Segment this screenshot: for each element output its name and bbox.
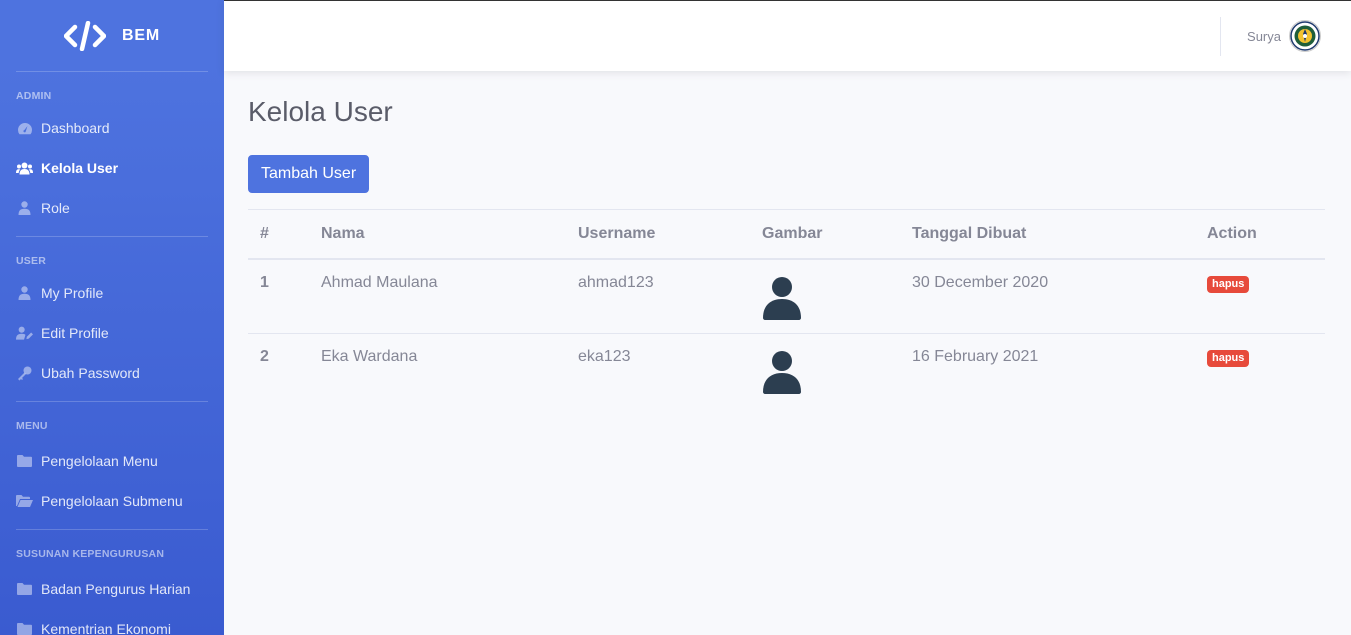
row-nama: Ahmad Maulana	[309, 258, 566, 334]
row-username: ahmad123	[566, 258, 750, 334]
code-icon	[64, 20, 107, 51]
sidebar: BEM ADMIN Dashboard Kelola User Role USE…	[0, 0, 224, 635]
tachometer-icon	[16, 121, 33, 135]
sidebar-item-label: Ubah Password	[41, 365, 140, 381]
user-avatar-icon	[763, 276, 801, 320]
sidebar-item-label: Role	[41, 200, 70, 216]
user-dropdown[interactable]: Surya	[1247, 20, 1321, 52]
column-header-nama: Nama	[309, 209, 566, 260]
sidebar-item-kementrian-ekonomi[interactable]: Kementrian Ekonomi	[0, 609, 224, 635]
folder-icon	[16, 622, 33, 635]
sidebar-divider	[16, 401, 208, 402]
user-tie-icon	[16, 201, 33, 215]
column-header-gambar: Gambar	[750, 209, 900, 260]
sidebar-divider	[16, 529, 208, 530]
sidebar-item-pengelolaan-submenu[interactable]: Pengelolaan Submenu	[0, 481, 224, 521]
sidebar-item-pengelolaan-menu[interactable]: Pengelolaan Menu	[0, 441, 224, 481]
row-tanggal-dibuat: 16 February 2021	[900, 333, 1195, 409]
sidebar-item-label: Pengelolaan Submenu	[41, 493, 183, 509]
folder-open-icon	[16, 494, 33, 508]
sidebar-heading-user: USER	[16, 255, 46, 267]
university-logo-icon	[1289, 20, 1321, 52]
table-header-row: # Nama Username Gambar Tanggal Dibuat Ac…	[248, 209, 1325, 260]
row-action: hapus	[1195, 258, 1325, 334]
sidebar-item-label: My Profile	[41, 285, 104, 301]
user-avatar-icon	[763, 351, 801, 394]
brand-name: BEM	[122, 26, 160, 44]
row-action: hapus	[1195, 333, 1325, 409]
table-row: 2 Eka Wardana eka123 16 February 2021 ha…	[248, 333, 1325, 409]
column-header-tanggal-dibuat: Tanggal Dibuat	[900, 209, 1195, 260]
sidebar-heading-susunan-kepengurusan: SUSUNAN KEPENGURUSAN	[16, 548, 165, 560]
page-title: Kelola User	[248, 96, 393, 127]
users-icon	[16, 161, 33, 175]
sidebar-item-role[interactable]: Role	[0, 188, 224, 228]
sidebar-heading-admin: ADMIN	[16, 90, 52, 102]
sidebar-item-my-profile[interactable]: My Profile	[0, 273, 224, 313]
topbar: Surya	[224, 0, 1351, 71]
row-number: 1	[248, 258, 309, 334]
user-edit-icon	[16, 326, 33, 340]
sidebar-heading-menu: MENU	[16, 420, 48, 432]
sidebar-divider	[16, 236, 208, 237]
sidebar-item-label: Dashboard	[41, 120, 110, 136]
row-number: 2	[248, 333, 309, 409]
sidebar-item-label: Pengelolaan Menu	[41, 453, 158, 469]
main-content: Kelola User Tambah User # Nama Username …	[248, 71, 1326, 409]
folder-icon	[16, 582, 33, 596]
row-gambar	[750, 258, 900, 334]
row-nama: Eka Wardana	[309, 333, 566, 409]
sidebar-item-badan-pengurus-harian[interactable]: Badan Pengurus Harian	[0, 569, 224, 609]
sidebar-item-label: Kelola User	[41, 160, 119, 176]
user-name: Surya	[1247, 28, 1281, 44]
sidebar-item-edit-profile[interactable]: Edit Profile	[0, 313, 224, 353]
add-user-button[interactable]: Tambah User	[248, 155, 370, 193]
user-icon	[16, 286, 33, 300]
row-tanggal-dibuat: 30 December 2020	[900, 258, 1195, 334]
key-icon	[16, 366, 33, 380]
sidebar-item-kelola-user[interactable]: Kelola User	[0, 148, 224, 188]
users-table: # Nama Username Gambar Tanggal Dibuat Ac…	[248, 209, 1325, 409]
topbar-divider	[1220, 17, 1221, 56]
hapus-button[interactable]: hapus	[1207, 350, 1250, 367]
row-username: eka123	[566, 333, 750, 409]
sidebar-item-label: Kementrian Ekonomi	[41, 621, 171, 635]
hapus-button[interactable]: hapus	[1207, 275, 1250, 293]
brand[interactable]: BEM	[0, 0, 224, 71]
sidebar-item-label: Badan Pengurus Harian	[41, 581, 191, 597]
sidebar-item-dashboard[interactable]: Dashboard	[0, 108, 224, 148]
column-header-username: Username	[566, 209, 750, 260]
sidebar-item-ubah-password[interactable]: Ubah Password	[0, 353, 224, 393]
sidebar-item-label: Edit Profile	[41, 325, 109, 341]
row-gambar	[750, 333, 900, 409]
column-header-action: Action	[1195, 209, 1325, 260]
column-header-number: #	[248, 209, 309, 260]
sidebar-divider	[16, 71, 208, 72]
folder-icon	[16, 454, 33, 468]
table-row: 1 Ahmad Maulana ahmad123 30 December 202…	[248, 258, 1325, 334]
